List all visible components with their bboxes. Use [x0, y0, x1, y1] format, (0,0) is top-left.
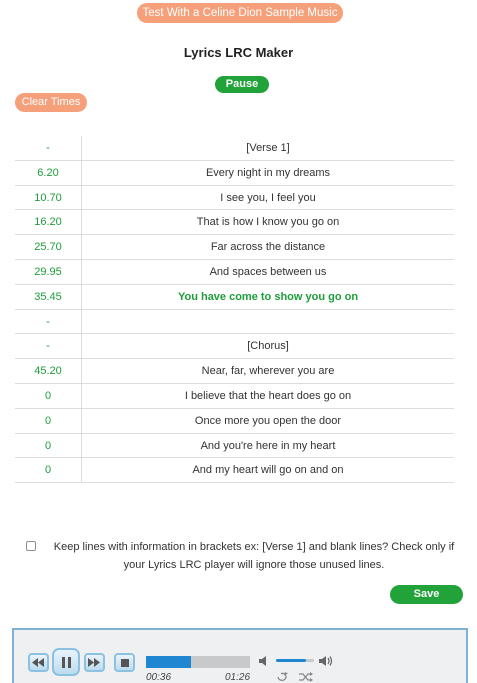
pause-icon: [61, 657, 71, 668]
table-row[interactable]: 35.45 You have come to show you go on: [15, 284, 454, 310]
volume-fill: [276, 659, 307, 662]
rewind-icon: [32, 658, 44, 667]
lyric-cell[interactable]: [Chorus]: [82, 334, 454, 358]
table-row[interactable]: 25.70 Far across the distance: [15, 235, 454, 260]
time-cell[interactable]: 35.45: [15, 284, 82, 309]
time-cell[interactable]: 29.95: [15, 259, 82, 284]
lyrics-table: - [Verse 1] 6.20 Every night in my dreams 10…: [15, 136, 454, 484]
time-cell[interactable]: 45.20: [15, 359, 82, 383]
corner-icon: [14, 0, 34, 4]
time-cell[interactable]: 25.70: [15, 235, 82, 259]
keep-lines-option: Keep lines with information in brackets …: [26, 538, 466, 574]
time-cell[interactable]: 10.70: [15, 185, 82, 210]
clear-times-button[interactable]: Clear Times: [15, 93, 87, 112]
lyric-cell[interactable]: Near, far, wherever you are: [82, 359, 454, 383]
lyric-cell[interactable]: And you're here in my heart: [82, 434, 454, 458]
lyric-cell[interactable]: Every night in my dreams: [82, 161, 454, 185]
repeat-icon[interactable]: [276, 672, 290, 682]
time-cell[interactable]: 0: [15, 433, 82, 458]
time-cell[interactable]: -: [15, 136, 82, 160]
time-cell[interactable]: -: [15, 309, 82, 334]
time-cell[interactable]: 0: [15, 383, 82, 408]
table-row[interactable]: 0 And my heart will go on and on: [15, 458, 454, 484]
lyric-cell[interactable]: You have come to show you go on: [82, 285, 454, 309]
total-time: 01:26: [225, 672, 251, 683]
audio-player: 00:36 01:26: [12, 628, 468, 683]
rewind-button[interactable]: [28, 653, 49, 672]
table-row[interactable]: - [Verse 1]: [15, 136, 454, 161]
table-row[interactable]: 0 Once more you open the door: [15, 408, 454, 434]
table-row[interactable]: 45.20 Near, far, wherever you are: [15, 359, 454, 384]
current-time: 00:36: [146, 672, 172, 683]
volume-high-icon[interactable]: [319, 655, 333, 667]
stop-button[interactable]: [114, 653, 135, 672]
lyric-cell[interactable]: [82, 310, 454, 334]
volume-low-icon[interactable]: [259, 655, 271, 667]
lyric-cell[interactable]: And my heart will go on and on: [82, 458, 454, 482]
time-cell[interactable]: -: [15, 334, 82, 359]
table-row[interactable]: 16.20 That is how I know you go on: [15, 210, 454, 236]
pause-button[interactable]: Pause: [215, 76, 269, 93]
table-row[interactable]: 6.20 Every night in my dreams: [15, 160, 454, 186]
lyric-cell[interactable]: I believe that the heart does go on: [82, 384, 454, 408]
lyric-cell[interactable]: Once more you open the door: [82, 409, 454, 433]
lyric-cell[interactable]: [Verse 1]: [82, 136, 454, 160]
lyric-cell[interactable]: That is how I know you go on: [82, 210, 454, 234]
keep-lines-label: Keep lines with information in brackets …: [53, 541, 455, 571]
table-row[interactable]: - [Chorus]: [15, 334, 454, 360]
test-sample-music-button[interactable]: Test With a Celine Dion Sample Music: [137, 3, 343, 23]
progress-bar[interactable]: [146, 656, 250, 668]
time-cell[interactable]: 0: [15, 458, 82, 483]
shuffle-icon[interactable]: [299, 672, 313, 682]
time-cell[interactable]: 6.20: [15, 160, 82, 185]
table-row[interactable]: 0I believe that the heart does go on: [15, 383, 454, 409]
player-pause-button[interactable]: [52, 648, 80, 676]
save-button[interactable]: Save: [390, 585, 463, 604]
volume-slider[interactable]: [276, 659, 314, 662]
time-cell[interactable]: 0: [15, 408, 82, 433]
table-row[interactable]: -: [15, 309, 454, 335]
progress-fill: [146, 656, 191, 668]
page-title: Lyrics LRC Maker: [183, 45, 294, 60]
fast-forward-button[interactable]: [84, 653, 105, 672]
table-row[interactable]: 10.70 I see you, I feel you: [15, 185, 454, 211]
fast-forward-icon: [88, 658, 100, 667]
keep-lines-checkbox[interactable]: [26, 541, 36, 551]
time-cell[interactable]: 16.20: [15, 210, 82, 235]
lyric-cell[interactable]: And spaces between us: [82, 260, 454, 284]
table-row[interactable]: 29.95 And spaces between us: [15, 259, 454, 285]
lyric-cell[interactable]: I see you, I feel you: [82, 186, 454, 210]
stop-icon: [120, 659, 129, 667]
table-row[interactable]: 0 And you're here in my heart: [15, 433, 454, 459]
lyric-cell[interactable]: Far across the distance: [82, 235, 454, 259]
